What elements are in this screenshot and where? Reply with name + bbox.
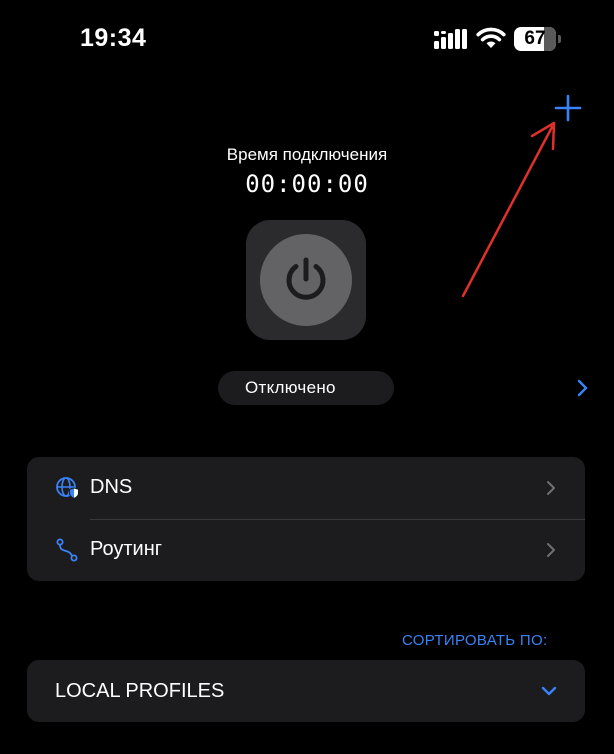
battery-level: 67	[524, 28, 546, 49]
connection-status-label: Отключено	[245, 378, 336, 397]
battery-indicator: 67	[514, 27, 562, 51]
local-profiles-section[interactable]: LOCAL PROFILES	[27, 660, 585, 722]
power-toggle-button[interactable]	[246, 220, 366, 340]
settings-row-dns-label: DNS	[90, 476, 133, 498]
settings-row-routing-label: Роутинг	[90, 538, 163, 560]
wifi-icon	[476, 27, 506, 48]
add-profile-button[interactable]	[553, 93, 583, 123]
settings-card: DNS Роутинг	[27, 457, 585, 581]
battery-icon: 67	[514, 27, 556, 51]
power-icon	[286, 257, 326, 300]
chevron-down-icon	[541, 686, 557, 696]
connection-time-label: Время подключения	[226, 145, 388, 164]
chevron-right-icon	[547, 481, 555, 495]
globe-shield-icon	[56, 477, 79, 499]
settings-row-dns[interactable]: DNS	[27, 457, 585, 520]
connection-status-button[interactable]: Отключено	[218, 371, 588, 405]
chevron-right-icon	[547, 543, 555, 557]
cellular-signal-icon	[434, 29, 467, 49]
power-button-circle	[260, 234, 352, 326]
sort-by-button[interactable]: СОРТИРОВАТЬ ПО:	[402, 632, 547, 649]
settings-row-routing[interactable]: Роутинг	[27, 519, 585, 581]
route-icon	[56, 538, 78, 562]
connection-timer: 00:00:00	[245, 170, 369, 198]
chevron-right-icon	[577, 379, 588, 397]
status-bar-time: 19:34	[80, 24, 147, 52]
local-profiles-label: LOCAL PROFILES	[55, 680, 225, 702]
